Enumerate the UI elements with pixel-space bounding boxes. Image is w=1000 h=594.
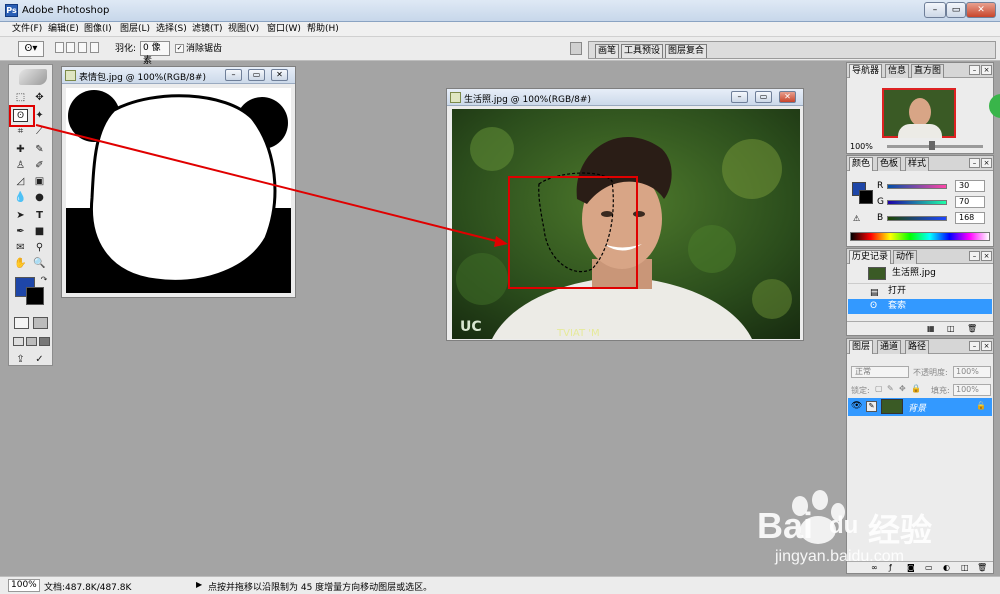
watermark-brand-du: du xyxy=(829,512,859,539)
watermark-brand-text: Bai xyxy=(757,505,814,546)
status-hint: 点按并拖移以沿限制为 45 度增量方向移动图层或选区。 xyxy=(208,583,433,593)
watermark-brand-cn: 经验 xyxy=(868,511,933,549)
watermark-url: jingyan.baidu.com xyxy=(775,548,904,565)
status-menu-arrow-icon[interactable]: ▶ xyxy=(196,580,202,589)
status-doc-size: 文档:487.8K/487.8K xyxy=(44,583,132,593)
status-zoom-field[interactable]: 100% xyxy=(8,579,40,592)
status-bar: 100% 文档:487.8K/487.8K ▶ 点按并拖移以沿限制为 45 度增… xyxy=(0,576,1000,594)
annotation-arrow xyxy=(35,124,508,247)
